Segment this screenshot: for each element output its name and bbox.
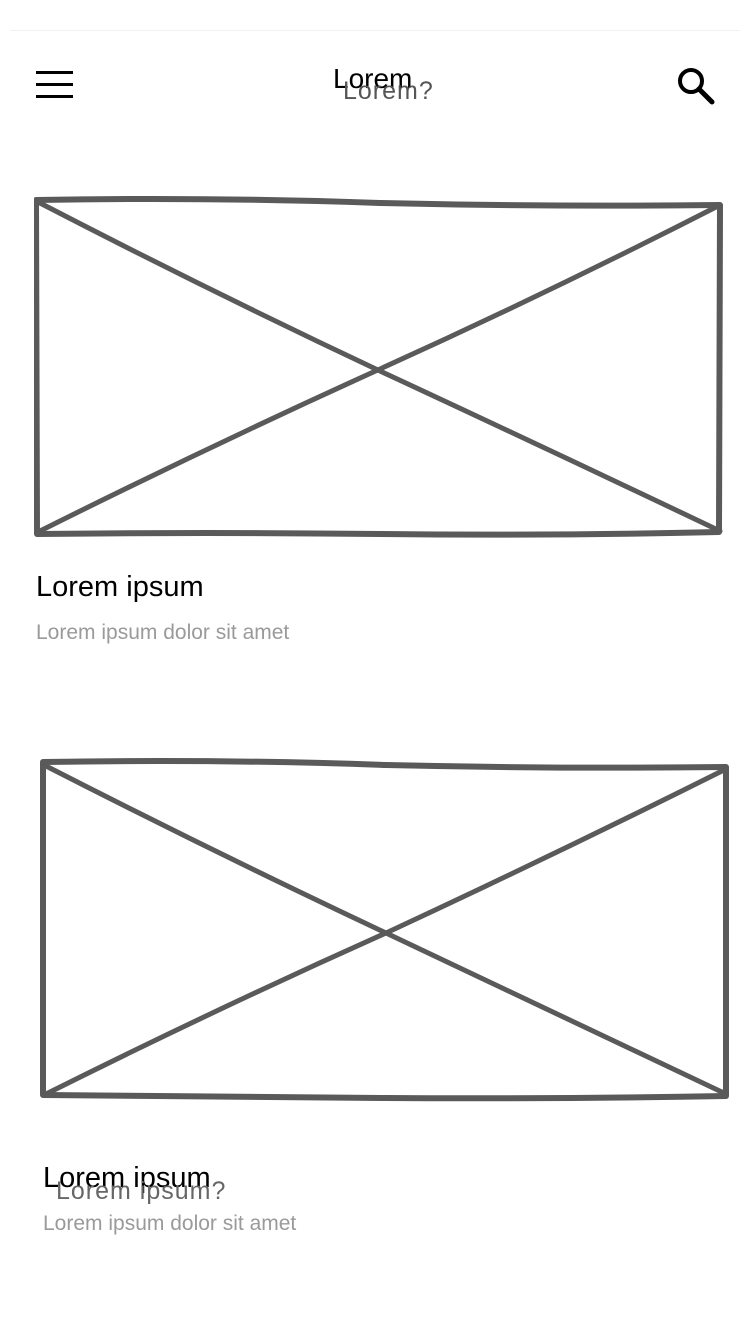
card-title-overlay: Lorem ipsum? [56, 1177, 227, 1205]
card-subtitle: Lorem ipsum dolor sit amet [36, 621, 290, 644]
search-button[interactable] [676, 66, 716, 106]
menu-line [36, 71, 73, 74]
menu-line [36, 83, 73, 86]
page-title-stack: Lorem Lorem? [333, 64, 473, 108]
card-title: Lorem ipsum [36, 571, 204, 603]
search-icon [678, 68, 715, 105]
top-app-bar: Lorem Lorem? [0, 0, 750, 150]
image-placeholder-icon [40, 758, 729, 1102]
hamburger-menu-icon[interactable] [36, 71, 73, 98]
page-title-overlay: Lorem? [343, 77, 434, 105]
image-placeholder-icon [34, 196, 723, 538]
menu-line [36, 95, 73, 98]
card-subtitle: Lorem ipsum dolor sit amet [43, 1212, 297, 1235]
